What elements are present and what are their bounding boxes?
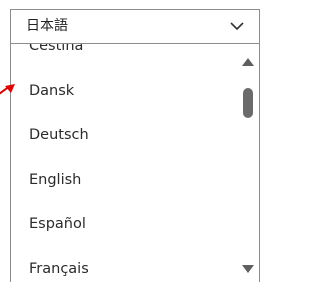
language-option-francais[interactable]: Français — [11, 247, 239, 282]
language-option-cestina[interactable]: Čeština — [11, 44, 239, 69]
language-option-espanol[interactable]: Español — [11, 202, 239, 247]
language-option-english[interactable]: English — [11, 158, 239, 203]
language-option-dansk[interactable]: Dansk — [11, 69, 239, 114]
language-option-deutsch[interactable]: Deutsch — [11, 113, 239, 158]
selected-language: 日本語 — [26, 18, 68, 34]
pointer-arrow-icon — [0, 84, 15, 95]
language-selector: 日本語 Čeština Dansk Deutsch English Españo… — [0, 0, 267, 282]
language-select[interactable]: 日本語 — [10, 9, 260, 43]
arrow-up-icon[interactable] — [242, 58, 254, 66]
scroll-thumb[interactable] — [243, 88, 253, 118]
dropdown-scrollbar[interactable] — [237, 44, 259, 282]
chevron-down-icon[interactable] — [229, 18, 245, 34]
arrow-down-icon[interactable] — [242, 265, 254, 273]
language-options: Čeština Dansk Deutsch English Español Fr… — [11, 44, 239, 282]
language-dropdown-list: Čeština Dansk Deutsch English Español Fr… — [10, 43, 260, 282]
